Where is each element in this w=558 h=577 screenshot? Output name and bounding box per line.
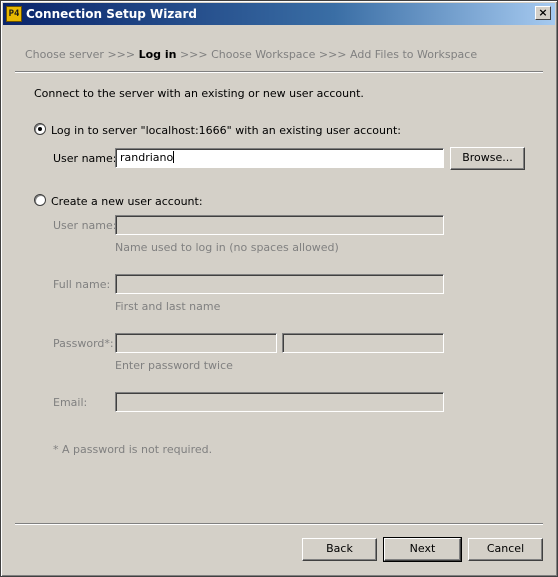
footer-divider	[15, 523, 543, 525]
wizard-window: P4 Connection Setup Wizard × Choose serv…	[0, 0, 558, 577]
email-input[interactable]	[115, 392, 444, 412]
step-separator: >>>	[318, 48, 347, 61]
new-account-radio[interactable]	[34, 194, 46, 206]
new-username-label: User name:	[53, 219, 117, 232]
p4-logo-icon: P4	[6, 6, 22, 22]
username-input[interactable]: randriano	[115, 148, 444, 168]
new-username-hint: Name used to log in (no spaces allowed)	[115, 241, 339, 254]
username-label: User name:	[53, 152, 117, 165]
header-divider	[15, 71, 543, 73]
intro-text: Connect to the server with an existing o…	[34, 87, 364, 100]
step-add-files: Add Files to Workspace	[350, 48, 478, 61]
fullname-input[interactable]	[115, 274, 444, 294]
password-confirm-input[interactable]	[282, 333, 444, 353]
email-label: Email:	[53, 396, 88, 409]
wizard-steps-breadcrumb: Choose server >>> Log in >>> Choose Work…	[25, 48, 477, 61]
cancel-button[interactable]: Cancel	[468, 538, 543, 561]
browse-button[interactable]: Browse...	[450, 147, 525, 170]
radio-selected-dot	[38, 127, 42, 131]
next-button[interactable]: Next	[383, 537, 462, 562]
step-log-in: Log in	[138, 48, 177, 61]
username-value: randriano	[120, 151, 174, 164]
step-choose-workspace: Choose Workspace	[211, 48, 316, 61]
existing-account-label[interactable]: Log in to server "localhost:1666" with a…	[51, 124, 401, 137]
fullname-label: Full name:	[53, 278, 111, 291]
step-choose-server: Choose server	[25, 48, 104, 61]
password-hint: Enter password twice	[115, 359, 233, 372]
close-icon[interactable]: ×	[535, 6, 551, 20]
text-caret	[173, 151, 175, 163]
password-label: Password*:	[53, 337, 114, 350]
back-button[interactable]: Back	[302, 538, 377, 561]
step-separator: >>>	[107, 48, 136, 61]
new-username-input[interactable]	[115, 215, 444, 235]
step-separator: >>>	[179, 48, 208, 61]
password-input[interactable]	[115, 333, 277, 353]
window-title: Connection Setup Wizard	[26, 7, 197, 21]
password-footnote: * A password is not required.	[53, 443, 213, 456]
existing-account-radio[interactable]	[34, 123, 46, 135]
new-account-label[interactable]: Create a new user account:	[51, 195, 203, 208]
fullname-hint: First and last name	[115, 300, 221, 313]
title-bar[interactable]: P4 Connection Setup Wizard ×	[3, 3, 555, 25]
